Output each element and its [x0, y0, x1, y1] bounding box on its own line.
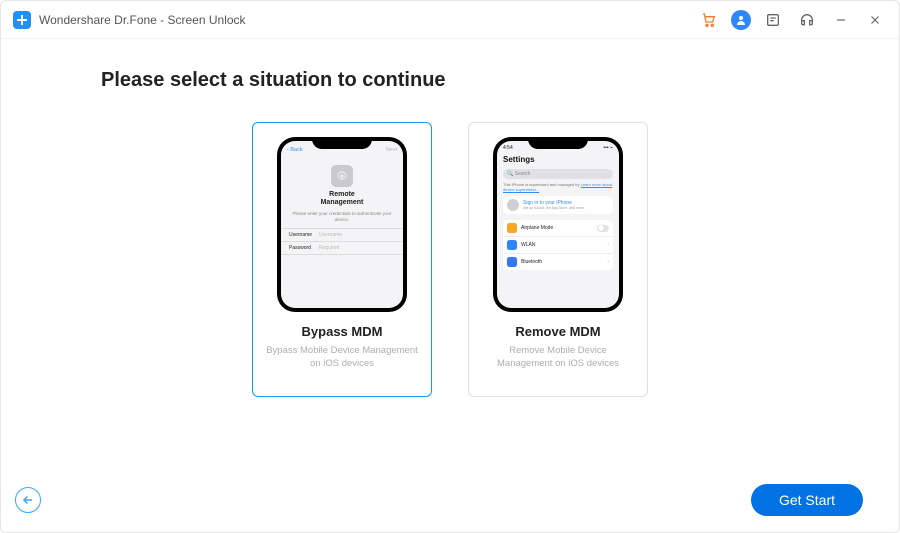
rm-title: Remote Management	[281, 191, 403, 208]
minimize-icon[interactable]	[829, 8, 853, 32]
feedback-icon[interactable]	[761, 8, 785, 32]
list-item: WLAN ›	[503, 237, 613, 254]
signin-row: Sign in to your iPhone Set up iCloud, th…	[503, 196, 613, 214]
password-label: Password	[289, 245, 319, 251]
app-logo-icon	[13, 11, 31, 29]
back-button[interactable]	[15, 487, 41, 513]
account-icon[interactable]	[731, 10, 751, 30]
rm-subtext: Please enter your credentials to authent…	[289, 211, 395, 223]
phone-next-label: Next	[386, 147, 397, 153]
support-icon[interactable]	[795, 8, 819, 32]
footer: Get Start	[1, 468, 899, 532]
get-start-button[interactable]: Get Start	[751, 484, 863, 516]
settings-heading: Settings	[497, 153, 619, 166]
phone-mock-bypass: ‹ Back Next Remote Management Please ent…	[277, 137, 407, 312]
status-time: 4:54	[503, 145, 513, 151]
card-title-remove: Remove MDM	[515, 324, 600, 339]
phone-back-label: ‹ Back	[287, 147, 303, 153]
window-title: Wondershare Dr.Fone - Screen Unlock	[39, 13, 246, 27]
content-area: Please select a situation to continue ‹ …	[1, 39, 899, 468]
settings-list: Airplane Mode WLAN › Bluetooth	[503, 220, 613, 270]
bluetooth-icon	[507, 257, 517, 267]
close-icon[interactable]	[863, 8, 887, 32]
phone-mock-remove: 4:54 ••• ⌁ Settings 🔍 Search This iPhone…	[493, 137, 623, 312]
avatar-icon	[507, 199, 519, 211]
list-item: Airplane Mode	[503, 220, 613, 237]
supervision-info: This iPhone is supervised and managed by…	[503, 182, 613, 192]
wlan-icon	[507, 240, 517, 250]
chevron-right-icon: ›	[607, 242, 609, 248]
option-cards: ‹ Back Next Remote Management Please ent…	[61, 122, 839, 397]
username-label: Username	[289, 232, 319, 238]
card-desc-remove: Remove Mobile Device Management on iOS d…	[481, 344, 635, 371]
settings-search: 🔍 Search	[503, 169, 613, 179]
username-placeholder: Username	[319, 232, 342, 238]
titlebar: Wondershare Dr.Fone - Screen Unlock	[1, 1, 899, 39]
card-desc-bypass: Bypass Mobile Device Management on iOS d…	[265, 344, 419, 371]
chevron-right-icon: ›	[607, 259, 609, 265]
signin-sub: Set up iCloud, the App Store, and more.	[523, 206, 585, 210]
toggle-icon	[597, 225, 609, 232]
app-window: Wondershare Dr.Fone - Screen Unlock Plea…	[0, 0, 900, 533]
page-heading: Please select a situation to continue	[101, 69, 839, 92]
cart-icon[interactable]	[697, 8, 721, 32]
gear-icon	[331, 165, 353, 187]
airplane-icon	[507, 223, 517, 233]
status-icons: ••• ⌁	[603, 145, 613, 151]
card-bypass-mdm[interactable]: ‹ Back Next Remote Management Please ent…	[252, 122, 432, 397]
list-item: Bluetooth ›	[503, 254, 613, 270]
card-remove-mdm[interactable]: 4:54 ••• ⌁ Settings 🔍 Search This iPhone…	[468, 122, 648, 397]
card-title-bypass: Bypass MDM	[302, 324, 383, 339]
password-placeholder: Required	[319, 245, 339, 251]
